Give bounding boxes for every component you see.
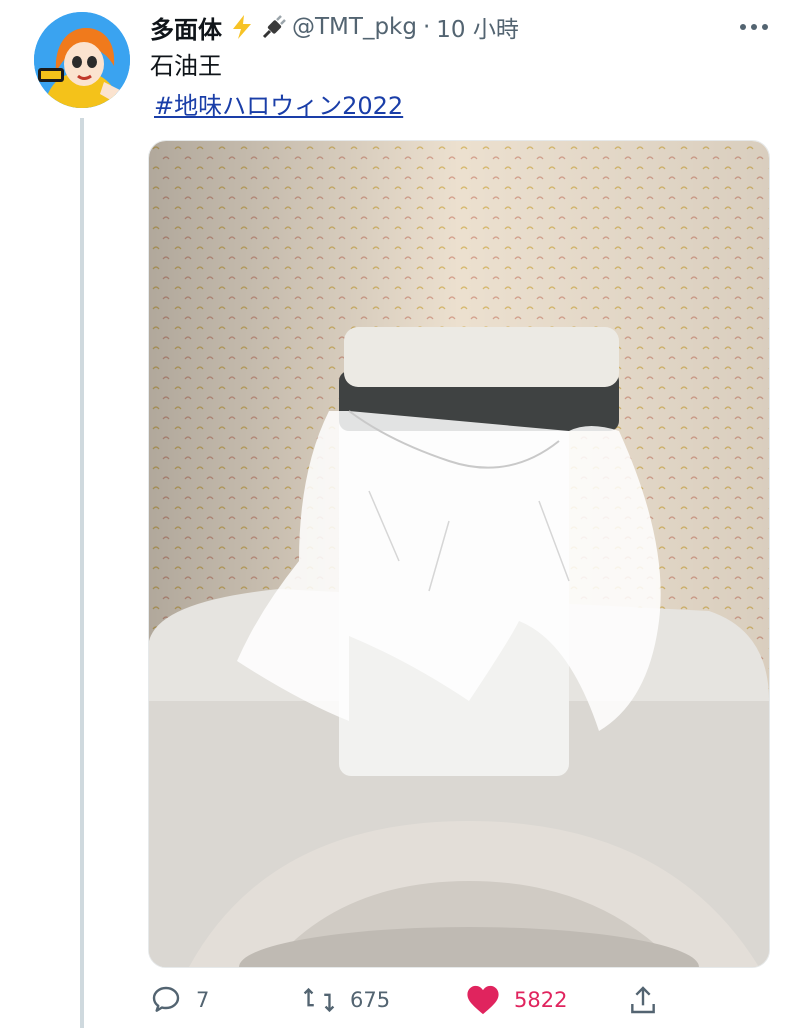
tweet-photo[interactable] xyxy=(148,140,770,968)
reply-button[interactable]: 7 xyxy=(150,978,209,1022)
separator-dot: · xyxy=(422,14,431,40)
author-handle[interactable]: @TMT_pkg xyxy=(292,14,417,40)
tweet-header: 多面体 @TMT_pkg · 10 小時 xyxy=(150,10,800,44)
retweet-button[interactable]: 675 xyxy=(302,978,390,1022)
reply-icon xyxy=(152,986,180,1012)
heart-icon xyxy=(467,985,499,1015)
thread-line xyxy=(80,118,84,1028)
timestamp[interactable]: 10 小時 xyxy=(436,10,519,44)
tweet-text: 石油王 xyxy=(150,52,222,80)
share-button[interactable] xyxy=(628,978,658,1022)
like-button[interactable]: 5822 xyxy=(466,978,567,1022)
avatar-illustration xyxy=(34,12,130,108)
more-options-icon[interactable] xyxy=(734,12,774,42)
tweet-actions: 7 675 5822 xyxy=(150,978,770,1022)
plug-emoji-icon xyxy=(260,13,288,41)
reply-count: 7 xyxy=(196,988,210,1012)
avatar[interactable] xyxy=(34,12,130,108)
lightning-emoji-icon xyxy=(228,13,256,41)
hashtag-link[interactable]: #地味ハロウィン2022 xyxy=(154,90,403,122)
retweet-count: 675 xyxy=(350,988,391,1012)
like-count: 5822 xyxy=(514,988,568,1012)
share-icon xyxy=(631,986,655,1014)
author-name[interactable]: 多面体 xyxy=(150,10,222,45)
retweet-icon xyxy=(303,987,335,1013)
